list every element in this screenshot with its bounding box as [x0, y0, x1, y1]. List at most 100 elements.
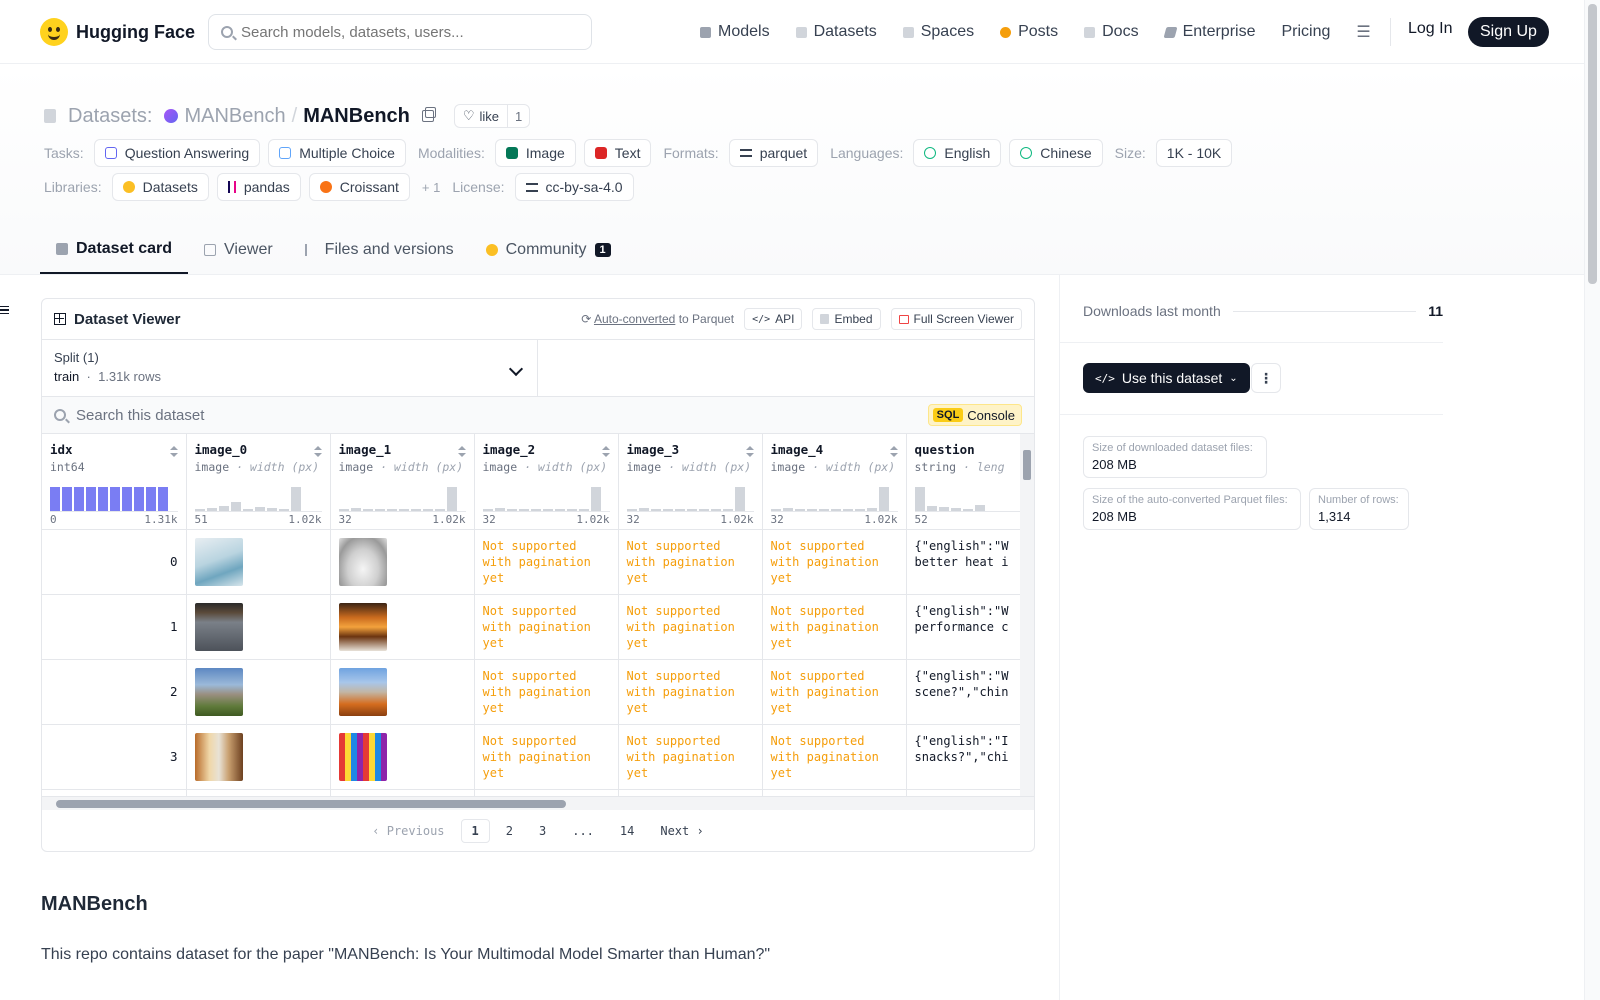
col-image-3[interactable]: image_3 image · width (px) 32 1.02k: [618, 434, 763, 530]
sort-icon[interactable]: [313, 446, 322, 458]
sort-icon[interactable]: [889, 446, 898, 458]
page-14[interactable]: 14: [610, 820, 644, 842]
copy-icon[interactable]: [421, 107, 436, 122]
toc-icon[interactable]: [0, 306, 9, 314]
table-row[interactable]: 1 Not supported with pagination yet Not …: [42, 594, 1034, 660]
prev-page-button[interactable]: ‹ Previous: [362, 820, 454, 842]
cell-image-1[interactable]: [330, 659, 475, 725]
page-3[interactable]: 3: [529, 820, 556, 842]
more-libraries[interactable]: + 1: [422, 180, 440, 195]
page-1[interactable]: 1: [460, 818, 490, 843]
cell-question[interactable]: {"english":"I snacks?","chi: [906, 724, 1034, 790]
cell-question[interactable]: {"english":"W performance c: [906, 594, 1034, 660]
col-image-4[interactable]: image_4 image · width (px) 32 1.02k: [762, 434, 907, 530]
nav-enterprise[interactable]: Enterprise: [1163, 23, 1255, 41]
page-scrollbar[interactable]: [1584, 0, 1600, 1000]
tag-lib-pandas[interactable]: pandas: [216, 173, 301, 201]
nav-posts[interactable]: Posts: [1000, 23, 1058, 41]
thumbnail-image[interactable]: [194, 602, 243, 651]
sort-icon[interactable]: [745, 446, 754, 458]
next-page-button[interactable]: Next ›: [650, 820, 713, 842]
nav-pricing[interactable]: Pricing: [1281, 23, 1330, 41]
cell-image-0[interactable]: [186, 724, 331, 790]
sort-icon[interactable]: [601, 446, 610, 458]
tab-viewer[interactable]: Viewer: [188, 226, 289, 274]
table-row[interactable]: 2 Not supported with pagination yet Not …: [42, 659, 1034, 725]
nav-models[interactable]: Models: [700, 23, 770, 41]
col-idx[interactable]: idx int64 0 1.31k: [42, 434, 187, 530]
tag-multiple-choice[interactable]: Multiple Choice: [268, 139, 406, 167]
nav-spaces[interactable]: Spaces: [902, 23, 974, 41]
global-search[interactable]: [208, 14, 592, 50]
cell-image-1[interactable]: [330, 724, 475, 790]
tag-lib-croissant[interactable]: Croissant: [308, 173, 410, 201]
cell-question[interactable]: {"english":"W scene?","chin: [906, 659, 1034, 725]
org-link[interactable]: MANBench: [184, 105, 285, 128]
tab-dataset-card[interactable]: Dataset card: [40, 226, 189, 274]
sql-console-button[interactable]: SQL Console: [927, 404, 1022, 426]
tag-image[interactable]: Image: [494, 139, 576, 167]
cell-image-0[interactable]: [186, 594, 331, 660]
like-button[interactable]: ♡ like 1: [453, 104, 531, 128]
tab-community[interactable]: Community 1: [470, 226, 627, 274]
table-row[interactable]: 3 Not supported with pagination yet Not …: [42, 724, 1034, 790]
more-options-button[interactable]: ⋮: [1251, 363, 1281, 393]
thumbnail-image[interactable]: [338, 602, 387, 651]
horizontal-scrollbar[interactable]: [42, 796, 1034, 810]
sort-icon[interactable]: [169, 446, 178, 458]
tag-question-answering[interactable]: Question Answering: [93, 139, 261, 167]
page-scroll-thumb[interactable]: [1588, 4, 1597, 284]
split-selector[interactable]: Split (1) train · 1.31k rows: [42, 340, 538, 396]
api-button[interactable]: </> API: [744, 308, 803, 330]
thumbnail-image[interactable]: [194, 732, 243, 781]
tag-license[interactable]: cc-by-sa-4.0: [514, 173, 634, 201]
sort-icon[interactable]: [457, 446, 466, 458]
use-dataset-button[interactable]: </> Use this dataset ⌄: [1083, 363, 1250, 393]
scroll-thumb[interactable]: [1023, 450, 1031, 480]
cell-image-1[interactable]: [330, 789, 475, 796]
cell-question[interactable]: {"english":"W better heat i: [906, 529, 1034, 595]
table-row[interactable]: 0 Not supported with pagination yet Not …: [42, 529, 1034, 595]
col-image-1[interactable]: image_1 image · width (px) 32 1.02k: [330, 434, 475, 530]
signup-button[interactable]: Sign Up: [1468, 17, 1549, 47]
scroll-thumb[interactable]: [56, 800, 566, 808]
thumbnail-image[interactable]: [338, 667, 387, 716]
page-2[interactable]: 2: [496, 820, 523, 842]
thumbnail-image[interactable]: [338, 537, 387, 586]
login-button[interactable]: Log In: [1408, 20, 1452, 38]
table-row[interactable]: [42, 789, 1034, 796]
thumbnail-image[interactable]: [194, 667, 243, 716]
tag-lib-datasets[interactable]: Datasets: [111, 173, 209, 201]
auto-converted-note[interactable]: ⟳ Auto-converted to Parquet: [581, 312, 734, 326]
hf-logo[interactable]: Hugging Face: [40, 18, 195, 46]
cell-image-0[interactable]: [186, 659, 331, 725]
thumbnail-image[interactable]: [194, 537, 243, 586]
tag-parquet[interactable]: parquet: [728, 139, 819, 167]
nav-docs[interactable]: Docs: [1084, 23, 1139, 41]
slash: /: [291, 104, 298, 127]
tag-size[interactable]: 1K - 10K: [1155, 139, 1233, 167]
tab-files[interactable]: Files and versions: [289, 226, 470, 274]
vertical-scrollbar[interactable]: [1020, 434, 1034, 796]
dataset-search[interactable]: Search this dataset SQL Console: [42, 397, 1034, 434]
tag-english[interactable]: English: [913, 139, 1002, 167]
readme-paragraph: This repo contains dataset for the paper…: [41, 946, 771, 963]
repo-name[interactable]: MANBench: [303, 105, 410, 128]
title-prefix[interactable]: Datasets:: [68, 105, 152, 128]
cell-image-1[interactable]: [330, 529, 475, 595]
cell-image-1[interactable]: [330, 594, 475, 660]
fullscreen-button[interactable]: Full Screen Viewer: [890, 308, 1022, 330]
col-image-0[interactable]: image_0 image · width (px) 51 1.02k: [186, 434, 331, 530]
thumbnail-image[interactable]: [338, 732, 387, 781]
nav-more-menu[interactable]: ☰: [1356, 22, 1370, 42]
nav-datasets[interactable]: Datasets: [795, 23, 877, 41]
col-question[interactable]: question string · leng 52: [906, 434, 1034, 530]
cell-image-0[interactable]: [186, 529, 331, 595]
tag-chinese[interactable]: Chinese: [1009, 139, 1103, 167]
col-image-2[interactable]: image_2 image · width (px) 32 1.02k: [474, 434, 619, 530]
tag-text[interactable]: Text: [583, 139, 652, 167]
global-search-input[interactable]: [241, 23, 571, 41]
globe-icon: [1020, 147, 1033, 159]
embed-button[interactable]: Embed: [812, 308, 881, 330]
cell-image-0[interactable]: [186, 789, 331, 796]
